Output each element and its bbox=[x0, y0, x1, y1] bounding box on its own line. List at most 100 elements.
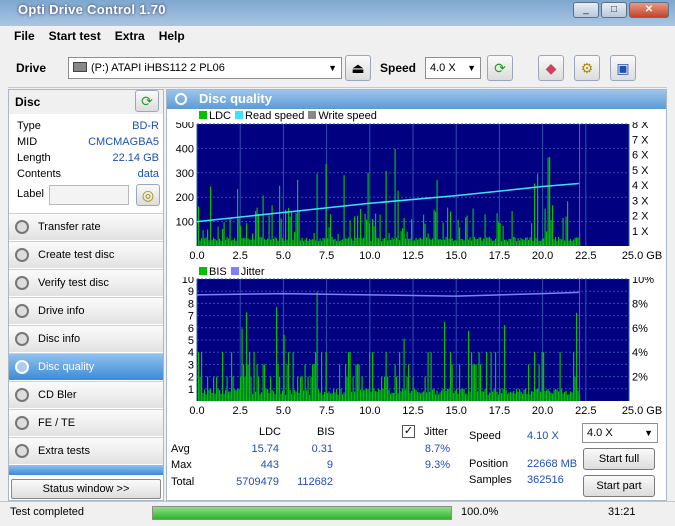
jitter-checkbox[interactable]: ✓ bbox=[402, 425, 415, 438]
data-bar bbox=[373, 388, 375, 401]
data-bar bbox=[564, 240, 566, 246]
data-bar bbox=[510, 238, 512, 246]
nav-create-test-disc[interactable]: Create test disc bbox=[9, 241, 163, 268]
erase-button[interactable]: ◆ bbox=[538, 55, 564, 81]
data-bar bbox=[340, 240, 342, 246]
data-bar bbox=[543, 238, 545, 246]
menu-help[interactable]: Help bbox=[159, 29, 185, 43]
speed-select[interactable]: 4.0 X ▼ bbox=[425, 57, 481, 79]
data-bar bbox=[426, 237, 428, 246]
data-bar bbox=[525, 388, 527, 401]
status-window-button[interactable]: Status window >> bbox=[11, 479, 161, 499]
x-tick-label: 7.5 bbox=[319, 405, 334, 417]
menu-file[interactable]: File bbox=[14, 29, 35, 43]
drive-select[interactable]: (P:) ATAPI iHBS112 2 PL06 ▼ bbox=[68, 57, 342, 79]
nav-extra-tests[interactable]: Extra tests bbox=[9, 437, 163, 464]
data-bar bbox=[349, 220, 351, 246]
data-bar bbox=[433, 389, 435, 401]
test-speed-select[interactable]: 4.0 X ▼ bbox=[582, 423, 658, 443]
data-bar bbox=[375, 391, 377, 401]
disc-mid-row: MID CMCMAGBA5 bbox=[17, 136, 159, 152]
data-bar bbox=[336, 388, 338, 401]
y-tick-label: 9 bbox=[188, 286, 194, 298]
data-bar bbox=[477, 239, 479, 246]
y2-tick-label: 8 X bbox=[632, 122, 649, 131]
nav-label: CD Bler bbox=[38, 389, 77, 401]
data-bar bbox=[355, 237, 357, 246]
maximize-button[interactable]: □ bbox=[601, 2, 627, 18]
nav-disc-quality[interactable]: Disc quality bbox=[9, 353, 163, 380]
data-bar bbox=[318, 389, 320, 401]
save-button[interactable]: ▣ bbox=[610, 55, 636, 81]
y-tick-label: 8 bbox=[188, 298, 194, 310]
disc-label-button[interactable]: ◎ bbox=[136, 184, 160, 206]
close-button[interactable]: ✕ bbox=[629, 2, 669, 18]
data-bar bbox=[517, 238, 519, 246]
data-bar bbox=[225, 239, 227, 246]
x-tick-label: 10.0 bbox=[359, 250, 380, 262]
x-tick-label: 22.5 bbox=[575, 250, 596, 262]
data-bar bbox=[234, 389, 236, 401]
nav-cd-bler[interactable]: CD Bler bbox=[9, 381, 163, 408]
menu-extra[interactable]: Extra bbox=[115, 29, 145, 43]
data-bar bbox=[541, 239, 543, 246]
data-bar bbox=[552, 393, 554, 401]
data-bar bbox=[576, 237, 578, 246]
data-bar bbox=[406, 376, 408, 401]
data-bar bbox=[568, 394, 570, 401]
data-bar bbox=[439, 238, 441, 246]
menu-start-test[interactable]: Start test bbox=[49, 29, 101, 43]
data-bar bbox=[282, 390, 284, 401]
data-bar bbox=[208, 240, 210, 246]
y2-tick-label: 3 X bbox=[632, 195, 649, 207]
data-bar bbox=[424, 223, 426, 246]
data-bar bbox=[247, 238, 249, 246]
data-bar bbox=[366, 388, 368, 401]
nav-verify-test-disc[interactable]: Verify test disc bbox=[9, 269, 163, 296]
data-bar bbox=[490, 352, 492, 401]
refresh-button[interactable]: ⟳ bbox=[487, 55, 513, 81]
data-bar bbox=[211, 239, 213, 246]
disc-length-value: 22.14 GB bbox=[112, 152, 159, 164]
data-bar bbox=[306, 390, 308, 401]
stats-area: LDC BIS ✓ Jitter Avg 15.74 0.31 8.7% Max… bbox=[167, 420, 666, 502]
data-bar bbox=[280, 218, 282, 246]
nav-disc-info[interactable]: Disc info bbox=[9, 325, 163, 352]
data-bar bbox=[456, 240, 458, 246]
disc-icon: ◎ bbox=[141, 187, 155, 203]
data-bar bbox=[265, 239, 267, 246]
data-bar bbox=[447, 207, 449, 246]
save-icon: ▣ bbox=[616, 60, 630, 76]
data-bar bbox=[505, 390, 507, 401]
data-bar bbox=[420, 393, 422, 401]
start-part-button[interactable]: Start part bbox=[583, 475, 655, 497]
data-bar bbox=[253, 239, 255, 246]
minimize-button[interactable]: _ bbox=[573, 2, 599, 18]
y-tick-label: 1 bbox=[188, 384, 194, 396]
data-bar bbox=[469, 237, 471, 246]
nav-transfer-rate[interactable]: Transfer rate bbox=[9, 213, 163, 240]
drive-label: Drive bbox=[16, 61, 47, 75]
data-bar bbox=[363, 390, 365, 401]
data-bar bbox=[465, 393, 467, 401]
data-bar bbox=[271, 205, 273, 246]
data-bar bbox=[420, 237, 422, 246]
data-bar bbox=[343, 392, 345, 401]
disc-refresh-button[interactable]: ⟳ bbox=[135, 90, 159, 112]
data-bar bbox=[207, 376, 209, 401]
start-full-button[interactable]: Start full bbox=[583, 448, 655, 470]
chevron-down-icon: ▼ bbox=[644, 428, 653, 438]
data-bar bbox=[472, 208, 474, 246]
disc-label-input[interactable] bbox=[49, 185, 129, 205]
data-bar bbox=[390, 240, 392, 246]
settings-button[interactable]: ⚙ bbox=[574, 55, 600, 81]
nav-fe-te[interactable]: FE / TE bbox=[9, 409, 163, 436]
data-bar bbox=[526, 394, 528, 401]
data-bar bbox=[228, 238, 230, 246]
eject-button[interactable]: ⏏ bbox=[345, 55, 371, 81]
data-bar bbox=[550, 220, 552, 246]
nav-drive-info[interactable]: Drive info bbox=[9, 297, 163, 324]
data-bar bbox=[397, 190, 399, 246]
y-tick-label: 400 bbox=[176, 143, 194, 155]
nav-label: Disc info bbox=[38, 333, 81, 345]
